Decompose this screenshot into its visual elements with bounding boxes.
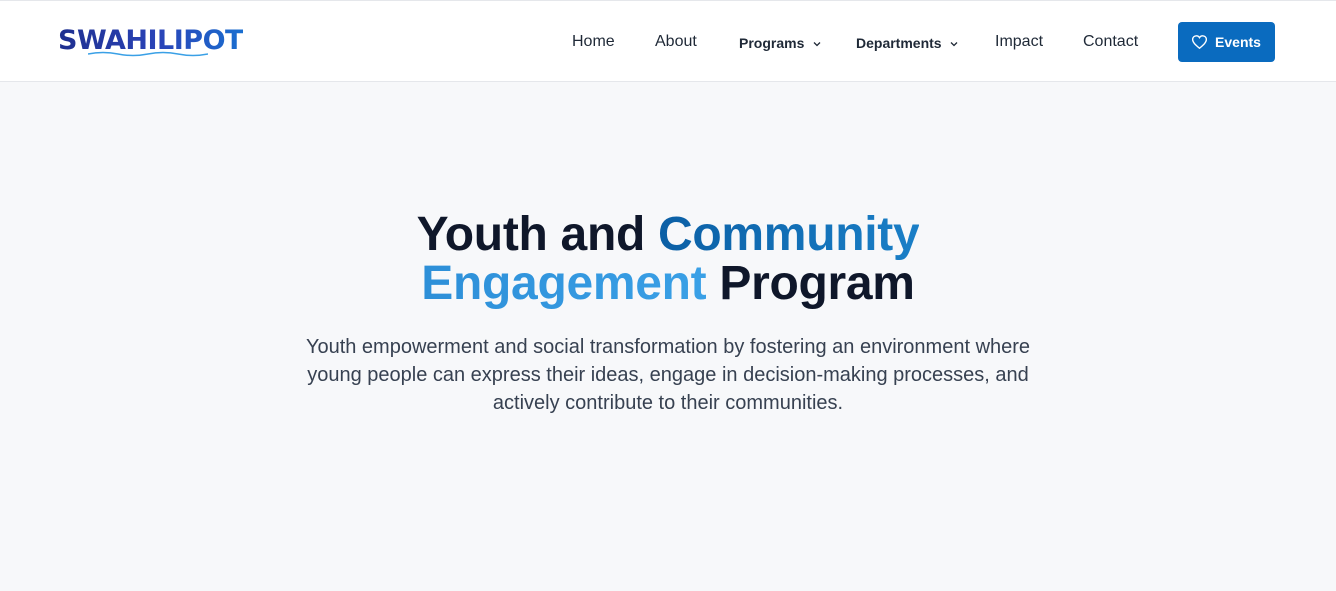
nav-programs[interactable]: Programs xyxy=(739,33,821,53)
nav-contact[interactable]: Contact xyxy=(1083,32,1138,52)
nav-departments[interactable]: Departments xyxy=(856,33,958,53)
nav-impact[interactable]: Impact xyxy=(995,32,1043,52)
heart-icon xyxy=(1192,35,1208,49)
hero-title-highlight-engagement: Engagement xyxy=(421,257,707,310)
hero-section: Youth and Community Engagement Program Y… xyxy=(0,82,1336,591)
nav-about[interactable]: About xyxy=(655,32,697,52)
hero-title: Youth and Community Engagement Program xyxy=(0,210,1336,308)
top-navbar: SWAHILIPOT Home About Programs Departmen… xyxy=(0,0,1336,82)
events-button-label: Events xyxy=(1215,34,1261,50)
hero-subtitle: Youth empowerment and social transformat… xyxy=(305,336,1031,414)
nav-programs-label: Programs xyxy=(739,35,805,51)
chevron-down-icon xyxy=(951,42,958,47)
hero-title-part4: Program xyxy=(706,257,915,310)
hero-title-part1: Youth and xyxy=(416,208,659,261)
hero-title-highlight-community: Community xyxy=(658,208,920,261)
nav-departments-label: Departments xyxy=(856,35,942,51)
nav-home[interactable]: Home xyxy=(572,32,615,52)
main-nav: Home About Programs Departments Impact C… xyxy=(0,1,1336,83)
chevron-down-icon xyxy=(813,42,821,47)
events-button[interactable]: Events xyxy=(1178,22,1275,62)
